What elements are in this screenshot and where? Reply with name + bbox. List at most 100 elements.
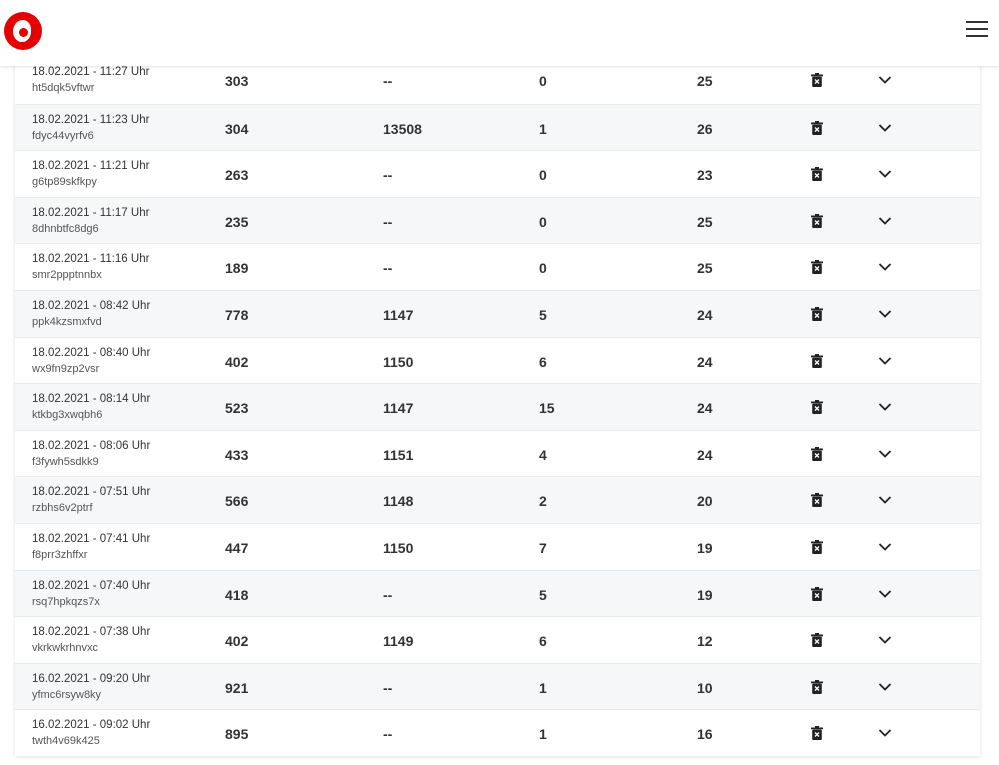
row-value-2: 1151 xyxy=(383,446,414,463)
row-id: yfmc6rsyw8ky xyxy=(32,688,102,701)
row-value-3: 1 xyxy=(539,726,547,743)
row-id: twth4v69k425 xyxy=(32,735,100,748)
row-value-1: 778 xyxy=(225,306,249,323)
row-value-3: 5 xyxy=(539,586,547,603)
trash-icon[interactable] xyxy=(811,400,823,415)
chevron-down-icon[interactable] xyxy=(878,495,892,505)
row-value-4: 24 xyxy=(697,306,713,323)
row-value-4: 25 xyxy=(697,260,713,277)
row-value-3: 0 xyxy=(539,260,547,277)
row-value-4: 23 xyxy=(697,167,713,184)
row-value-2: -- xyxy=(383,726,393,743)
row-value-3: 5 xyxy=(539,306,547,323)
row-id: rzbhs6v2ptrf xyxy=(32,502,93,515)
row-value-2: -- xyxy=(383,586,393,603)
row-value-2: -- xyxy=(383,679,393,696)
table-row: 18.02.2021 - 11:23 Uhr fdyc44vyrfv6 304 135… xyxy=(15,103,980,151)
trash-icon[interactable] xyxy=(811,586,823,601)
row-value-1: 418 xyxy=(225,586,249,603)
row-value-3: 1 xyxy=(539,120,547,137)
chevron-down-icon[interactable] xyxy=(878,262,892,272)
row-value-1: 402 xyxy=(225,353,249,370)
row-value-1: 895 xyxy=(225,726,249,743)
trash-icon[interactable] xyxy=(811,679,823,694)
row-value-1: 523 xyxy=(225,400,249,417)
chevron-down-icon[interactable] xyxy=(878,123,892,133)
row-id: vkrkwkrhnvxc xyxy=(32,642,99,655)
chevron-down-icon[interactable] xyxy=(878,589,892,599)
row-value-1: 263 xyxy=(225,167,249,184)
row-value-1: 433 xyxy=(225,446,249,463)
row-id: wx9fn9zp2vsr xyxy=(32,362,100,375)
row-value-2: -- xyxy=(383,73,393,89)
row-value-2: 1150 xyxy=(383,353,414,370)
table-row: 18.02.2021 - 08:42 Uhr ppk4kzsmxfvd 778 114… xyxy=(15,289,980,337)
chevron-down-icon[interactable] xyxy=(878,216,892,226)
chevron-down-icon[interactable] xyxy=(878,728,892,738)
table-row: 18.02.2021 - 11:21 Uhr g6tp89skfkpy 263 -- 0… xyxy=(15,150,980,197)
row-date: 18.02.2021 - 07:41 Uhr xyxy=(32,532,151,545)
row-id: smr2ppptnnbx xyxy=(32,269,102,282)
trash-icon[interactable] xyxy=(811,73,823,87)
table-row: 16.02.2021 - 09:20 Uhr yfmc6rsyw8ky 921 -- 1… xyxy=(15,662,980,710)
row-value-2: 1150 xyxy=(383,539,414,556)
chevron-down-icon[interactable] xyxy=(878,635,892,645)
trash-icon[interactable] xyxy=(811,213,823,228)
table-row: 18.02.2021 - 08:40 Uhr wx9fn9zp2vsr 402 115… xyxy=(15,336,980,384)
row-value-1: 566 xyxy=(225,493,249,510)
row-value-2: -- xyxy=(383,167,393,184)
row-value-1: 303 xyxy=(225,73,249,89)
row-value-4: 19 xyxy=(697,586,713,603)
row-value-3: 0 xyxy=(539,213,547,230)
row-value-2: -- xyxy=(383,213,393,230)
chevron-down-icon[interactable] xyxy=(878,309,892,319)
row-id: ppk4kzsmxfvd xyxy=(32,315,102,328)
chevron-down-icon[interactable] xyxy=(878,75,892,85)
row-id: f8prr3zhffxr xyxy=(32,548,88,561)
trash-icon[interactable] xyxy=(811,446,823,461)
trash-icon[interactable] xyxy=(811,493,823,508)
chevron-down-icon[interactable] xyxy=(878,356,892,366)
row-id: 8dhnbtfc8dg6 xyxy=(32,222,99,235)
hamburger-menu-icon[interactable] xyxy=(966,19,988,39)
vodafone-logo-icon[interactable] xyxy=(4,12,42,50)
trash-icon[interactable] xyxy=(811,539,823,554)
trash-icon[interactable] xyxy=(811,167,823,182)
app-header xyxy=(0,0,999,66)
chevron-down-icon[interactable] xyxy=(878,402,892,412)
row-date: 18.02.2021 - 07:38 Uhr xyxy=(32,626,151,639)
row-value-4: 25 xyxy=(697,213,713,230)
table-row: 18.02.2021 - 08:06 Uhr f3fywh5sdkk9 433 115… xyxy=(15,429,980,477)
row-id: ht5dqk5vftwr xyxy=(32,82,95,94)
chevron-down-icon[interactable] xyxy=(878,542,892,552)
row-value-4: 16 xyxy=(697,726,713,743)
row-id: fdyc44vyrfv6 xyxy=(32,129,94,142)
row-value-1: 402 xyxy=(225,633,249,650)
row-value-1: 921 xyxy=(225,679,249,696)
chevron-down-icon[interactable] xyxy=(878,169,892,179)
trash-icon[interactable] xyxy=(811,120,823,135)
trash-icon[interactable] xyxy=(811,260,823,275)
chevron-down-icon[interactable] xyxy=(878,449,892,459)
row-value-1: 235 xyxy=(225,213,249,230)
row-value-3: 6 xyxy=(539,633,547,650)
row-date: 18.02.2021 - 11:16 Uhr xyxy=(32,253,150,266)
row-value-4: 12 xyxy=(697,633,713,650)
row-value-2: 1147 xyxy=(383,306,414,323)
row-value-4: 25 xyxy=(697,73,713,89)
row-value-3: 2 xyxy=(539,493,547,510)
trash-icon[interactable] xyxy=(811,726,823,741)
row-value-2: 1149 xyxy=(383,633,414,650)
row-date: 18.02.2021 - 11:27 Uhr xyxy=(32,66,150,78)
row-date: 18.02.2021 - 07:51 Uhr xyxy=(32,486,151,499)
chevron-down-icon[interactable] xyxy=(878,682,892,692)
row-value-1: 304 xyxy=(225,120,249,137)
row-date: 18.02.2021 - 08:42 Uhr xyxy=(32,299,151,312)
trash-icon[interactable] xyxy=(811,633,823,648)
trash-icon[interactable] xyxy=(811,306,823,321)
table-row: 18.02.2021 - 07:38 Uhr vkrkwkrhnvxc 402 114… xyxy=(15,616,980,663)
trash-icon[interactable] xyxy=(811,353,823,368)
row-value-2: -- xyxy=(383,260,393,277)
table-row: 18.02.2021 - 11:16 Uhr smr2ppptnnbx 189 -- 0… xyxy=(15,243,980,290)
table-row: 18.02.2021 - 07:41 Uhr f8prr3zhffxr 447 115… xyxy=(15,522,980,570)
